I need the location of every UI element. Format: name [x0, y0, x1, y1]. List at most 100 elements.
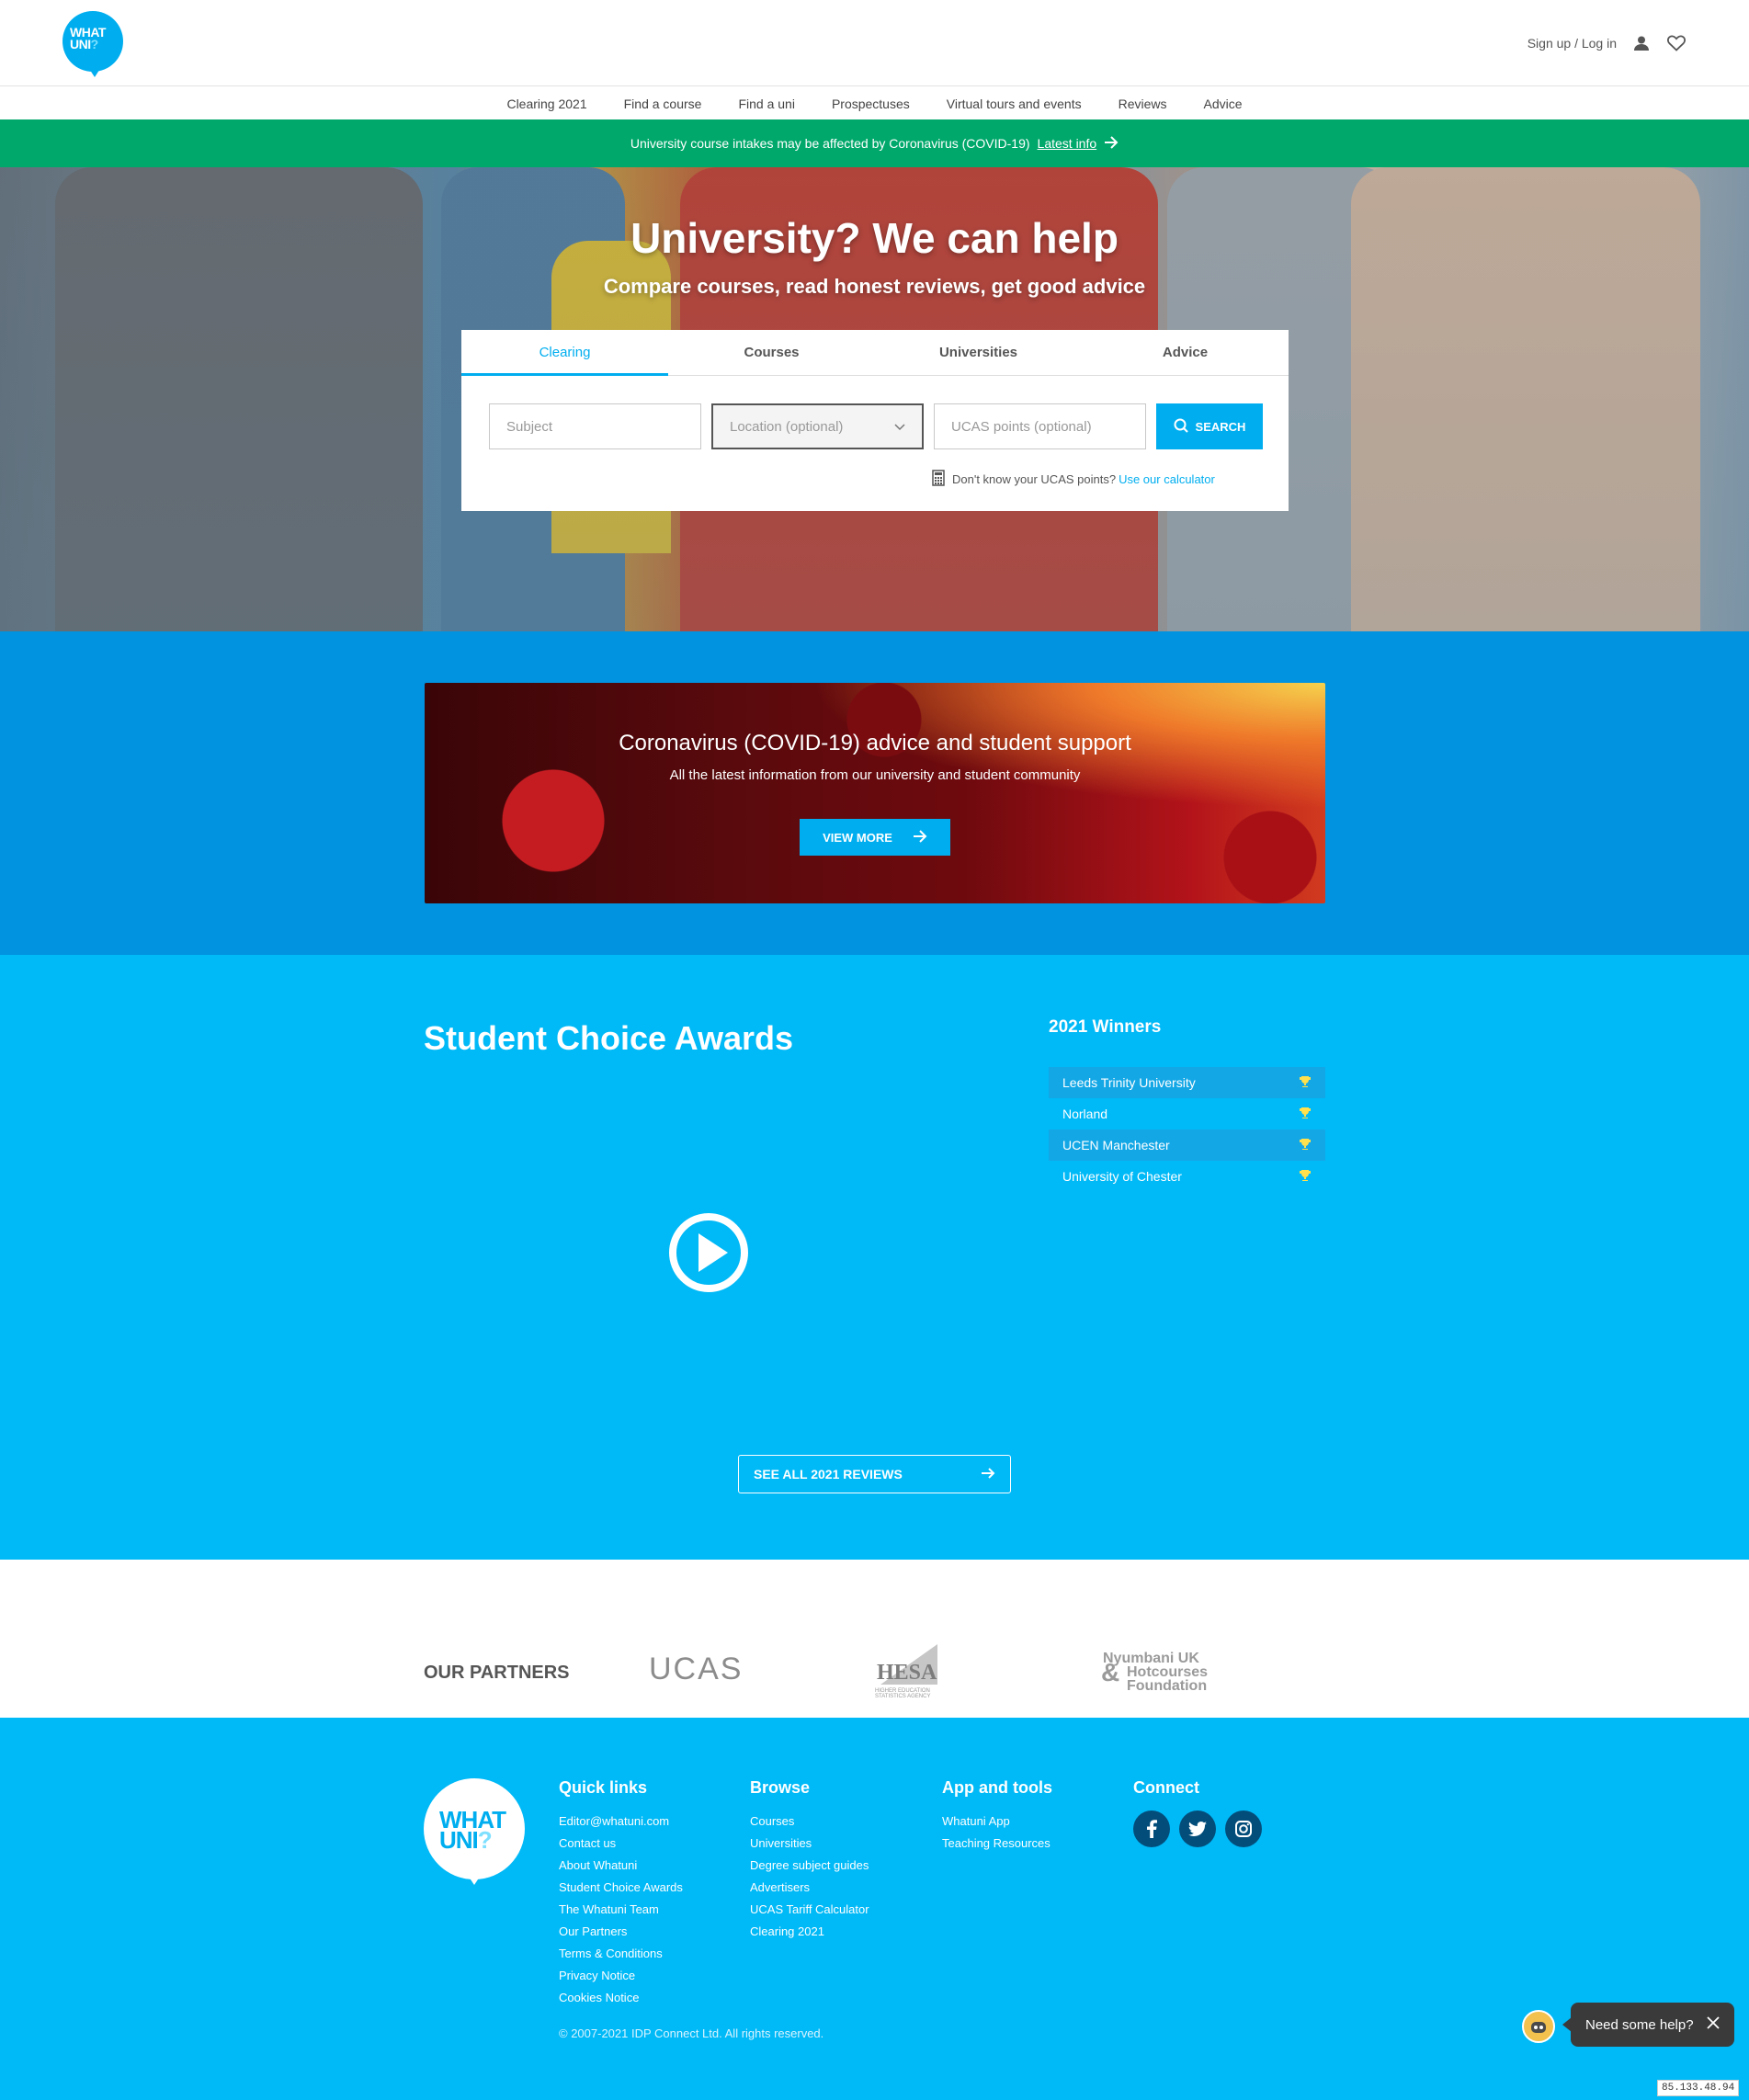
- subject-input[interactable]: Subject: [489, 403, 701, 449]
- play-video-icon[interactable]: [669, 1213, 748, 1292]
- footer-link[interactable]: Privacy Notice: [559, 1965, 683, 1987]
- nyumbani-logo[interactable]: Nyumbani UK & Hotcourses Foundation: [1101, 1652, 1208, 1694]
- promo-subtitle: All the latest information from our univ…: [669, 767, 1081, 783]
- trophy-icon: [1299, 1169, 1312, 1185]
- footer-logo-tail: [463, 1868, 485, 1885]
- tab-courses[interactable]: Courses: [668, 330, 875, 375]
- calc-hint-text: Don't know your UCAS points?: [952, 472, 1117, 486]
- nav-reviews[interactable]: Reviews: [1119, 96, 1167, 111]
- winners-list: Leeds Trinity University Norland UCEN Ma…: [1049, 1067, 1325, 1192]
- hesa-logo[interactable]: HESA HIGHER EDUCATION STATISTICS AGENCY: [871, 1644, 945, 1699]
- footer-link[interactable]: Teaching Resources: [942, 1833, 1052, 1855]
- account-area: Sign up / Log in: [1528, 33, 1687, 53]
- footer-link[interactable]: Our Partners: [559, 1921, 683, 1943]
- footer-connect: Connect: [1133, 1778, 1262, 1847]
- arrow-right-icon: [913, 829, 927, 846]
- footer-link[interactable]: Contact us: [559, 1833, 683, 1855]
- winner-name: University of Chester: [1062, 1169, 1182, 1184]
- search-fields: Subject Location (optional) UCAS points …: [489, 403, 1263, 449]
- hesa-logo-word: HESA: [877, 1661, 937, 1685]
- tab-universities[interactable]: Universities: [875, 330, 1082, 375]
- instagram-icon[interactable]: [1225, 1811, 1262, 1847]
- trophy-icon: [1299, 1107, 1312, 1122]
- footer-logo[interactable]: WHAT UNI?: [424, 1778, 525, 1889]
- nav-advice[interactable]: Advice: [1204, 96, 1243, 111]
- latest-info-link[interactable]: Latest info: [1038, 136, 1097, 151]
- footer-link[interactable]: Editor@whatuni.com: [559, 1811, 683, 1833]
- heart-icon[interactable]: [1666, 33, 1687, 53]
- covid-alert-strip: University course intakes may be affecte…: [0, 119, 1749, 167]
- footer-link[interactable]: Terms & Conditions: [559, 1943, 683, 1965]
- footer-link[interactable]: UCAS Tariff Calculator: [750, 1899, 869, 1921]
- chevron-down-icon: [894, 419, 905, 435]
- footer-logo-q: ?: [477, 1826, 493, 1854]
- footer-quick-links: Quick links Editor@whatuni.com Contact u…: [559, 1778, 683, 2009]
- student-choice-awards: Student Choice Awards 2021 Winners Leeds…: [0, 955, 1749, 1560]
- winner-name: Leeds Trinity University: [1062, 1075, 1196, 1090]
- winner-item[interactable]: University of Chester: [1049, 1161, 1325, 1192]
- calculator-icon: [932, 470, 945, 489]
- view-more-button[interactable]: VIEW MORE: [800, 819, 950, 856]
- help-chat-bubble[interactable]: Need some help?: [1562, 2003, 1734, 2047]
- user-icon[interactable]: [1631, 33, 1652, 53]
- ucas-points-input[interactable]: UCAS points (optional): [934, 403, 1146, 449]
- quick-links-heading: Quick links: [559, 1778, 648, 1797]
- facebook-icon[interactable]: [1133, 1811, 1170, 1847]
- winner-item[interactable]: Norland: [1049, 1098, 1325, 1129]
- footer-link[interactable]: Clearing 2021: [750, 1921, 869, 1943]
- footer-link[interactable]: Whatuni App: [942, 1811, 1052, 1833]
- search-card: Clearing Courses Universities Advice Sub…: [461, 330, 1289, 511]
- promo-title: Coronavirus (COVID-19) advice and studen…: [619, 731, 1131, 755]
- nav-find-course[interactable]: Find a course: [624, 96, 702, 111]
- hero-title: University? We can help: [630, 214, 1119, 262]
- close-icon[interactable]: [1707, 2016, 1720, 2033]
- logo-q: ?: [90, 37, 99, 51]
- footer-link[interactable]: Universities: [750, 1833, 869, 1855]
- top-header: WHAT UNI? Sign up / Log in: [0, 0, 1749, 86]
- footer-app-tools: App and tools Whatuni App Teaching Resou…: [942, 1778, 1052, 1855]
- hero-section: University? We can help Compare courses,…: [0, 167, 1749, 631]
- nav-clearing[interactable]: Clearing 2021: [506, 96, 586, 111]
- copyright: © 2007-2021 IDP Connect Ltd. All rights …: [559, 2026, 824, 2040]
- winners-title: 2021 Winners: [1049, 1017, 1162, 1037]
- chat-bot-avatar[interactable]: [1522, 2010, 1555, 2043]
- arrow-right-icon: [1104, 135, 1119, 152]
- signin-link[interactable]: Sign up / Log in: [1528, 36, 1617, 51]
- awards-title: Student Choice Awards: [424, 1019, 794, 1057]
- footer-link[interactable]: The Whatuni Team: [559, 1899, 683, 1921]
- calculator-link[interactable]: Use our calculator: [1119, 472, 1215, 486]
- footer-link[interactable]: Degree subject guides: [750, 1855, 869, 1877]
- tab-clearing[interactable]: Clearing: [461, 330, 668, 376]
- hesa-logo-tag: HIGHER EDUCATION STATISTICS AGENCY: [875, 1688, 931, 1699]
- location-select-label: Location (optional): [730, 418, 844, 435]
- footer-link[interactable]: Courses: [750, 1811, 869, 1833]
- nav-prospectuses[interactable]: Prospectuses: [832, 96, 910, 111]
- search-button[interactable]: SEARCH: [1156, 403, 1263, 449]
- search-icon: [1174, 418, 1188, 436]
- covid-promo-band: Coronavirus (COVID-19) advice and studen…: [0, 631, 1749, 955]
- see-all-reviews-button[interactable]: SEE ALL 2021 REVIEWS: [738, 1455, 1011, 1493]
- whatuni-logo[interactable]: WHAT UNI?: [62, 11, 123, 77]
- browse-heading: Browse: [750, 1778, 811, 1797]
- ucas-logo[interactable]: UCAS: [649, 1652, 743, 1687]
- covid-promo-card: Coronavirus (COVID-19) advice and studen…: [425, 683, 1325, 903]
- winner-name: Norland: [1062, 1107, 1108, 1121]
- footer-link[interactable]: Student Choice Awards: [559, 1877, 683, 1899]
- footer-link[interactable]: Advertisers: [750, 1877, 869, 1899]
- arrow-right-icon: [981, 1467, 995, 1481]
- social-links: [1133, 1811, 1262, 1847]
- ucas-calculator-hint: Don't know your UCAS points? Use our cal…: [932, 470, 1215, 489]
- footer-logo-text: WHAT UNI?: [439, 1808, 506, 1852]
- winner-item[interactable]: Leeds Trinity University: [1049, 1067, 1325, 1098]
- twitter-icon[interactable]: [1179, 1811, 1216, 1847]
- location-select[interactable]: Location (optional): [711, 403, 924, 449]
- tab-advice[interactable]: Advice: [1082, 330, 1289, 375]
- search-button-label: SEARCH: [1195, 419, 1246, 434]
- nav-find-uni[interactable]: Find a uni: [738, 96, 794, 111]
- logo-text: WHAT UNI?: [70, 26, 118, 51]
- main-nav: Clearing 2021 Find a course Find a uni P…: [0, 87, 1749, 119]
- footer-link[interactable]: Cookies Notice: [559, 1987, 683, 2009]
- winner-item[interactable]: UCEN Manchester: [1049, 1129, 1325, 1161]
- footer-link[interactable]: About Whatuni: [559, 1855, 683, 1877]
- nav-virtual-tours[interactable]: Virtual tours and events: [947, 96, 1082, 111]
